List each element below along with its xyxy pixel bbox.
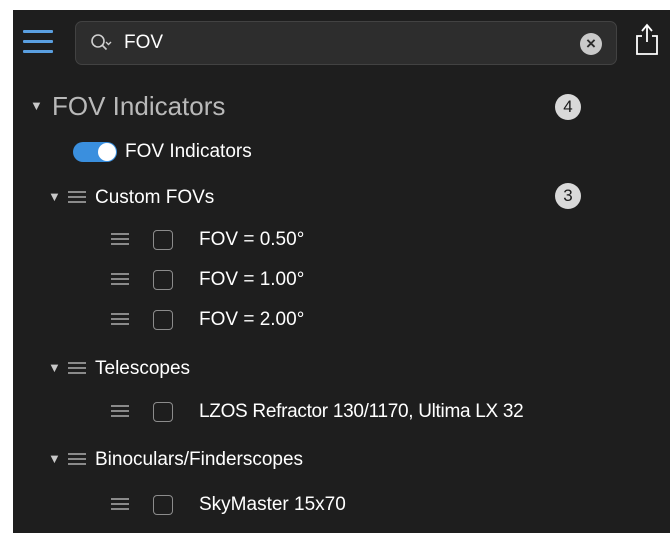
toggle-knob	[98, 143, 116, 161]
collapse-triangle-icon[interactable]: ▼	[48, 451, 61, 467]
drag-handle-icon[interactable]	[111, 313, 129, 326]
drag-handle-icon[interactable]	[68, 453, 86, 466]
group-label[interactable]: Custom FOVs	[95, 187, 214, 209]
list-item-label: FOV = 2.00°	[199, 309, 305, 330]
drag-handle-icon[interactable]	[111, 498, 129, 511]
group-count-badge: 3	[555, 183, 581, 209]
binocular-checkbox[interactable]	[153, 495, 173, 515]
list-item-label: FOV = 0.50°	[199, 229, 305, 250]
drag-handle-icon[interactable]	[68, 191, 86, 204]
fov-panel: FOV × ▼ FOV Indicators 4 FOV Indicators …	[13, 10, 670, 533]
fov-indicators-toggle[interactable]	[73, 142, 117, 162]
collapse-triangle-icon[interactable]: ▼	[48, 189, 61, 205]
collapse-triangle-icon[interactable]: ▼	[30, 98, 43, 114]
toggle-label: FOV Indicators	[125, 141, 252, 162]
fov-checkbox[interactable]	[153, 310, 173, 330]
search-input[interactable]: FOV	[124, 32, 163, 54]
telescope-checkbox[interactable]	[153, 402, 173, 422]
drag-handle-icon[interactable]	[111, 405, 129, 418]
search-field[interactable]: FOV ×	[75, 21, 617, 65]
list-item-label: SkyMaster 15x70	[199, 494, 346, 515]
group-label[interactable]: Telescopes	[95, 358, 190, 380]
fov-checkbox[interactable]	[153, 270, 173, 290]
list-item-label: LZOS Refractor 130/1170, Ultima LX 32	[199, 401, 524, 422]
drag-handle-icon[interactable]	[68, 362, 86, 375]
share-icon[interactable]	[633, 22, 661, 56]
section-count-badge: 4	[555, 94, 581, 120]
fov-checkbox[interactable]	[153, 230, 173, 250]
hamburger-menu-icon[interactable]	[23, 30, 53, 54]
collapse-triangle-icon[interactable]: ▼	[48, 360, 61, 376]
list-item-label: FOV = 1.00°	[199, 269, 305, 290]
drag-handle-icon[interactable]	[111, 273, 129, 286]
section-title[interactable]: FOV Indicators	[52, 91, 225, 122]
clear-search-button[interactable]: ×	[580, 33, 602, 55]
search-icon[interactable]	[90, 33, 112, 55]
drag-handle-icon[interactable]	[111, 233, 129, 246]
group-label[interactable]: Binoculars/Finderscopes	[95, 449, 303, 471]
